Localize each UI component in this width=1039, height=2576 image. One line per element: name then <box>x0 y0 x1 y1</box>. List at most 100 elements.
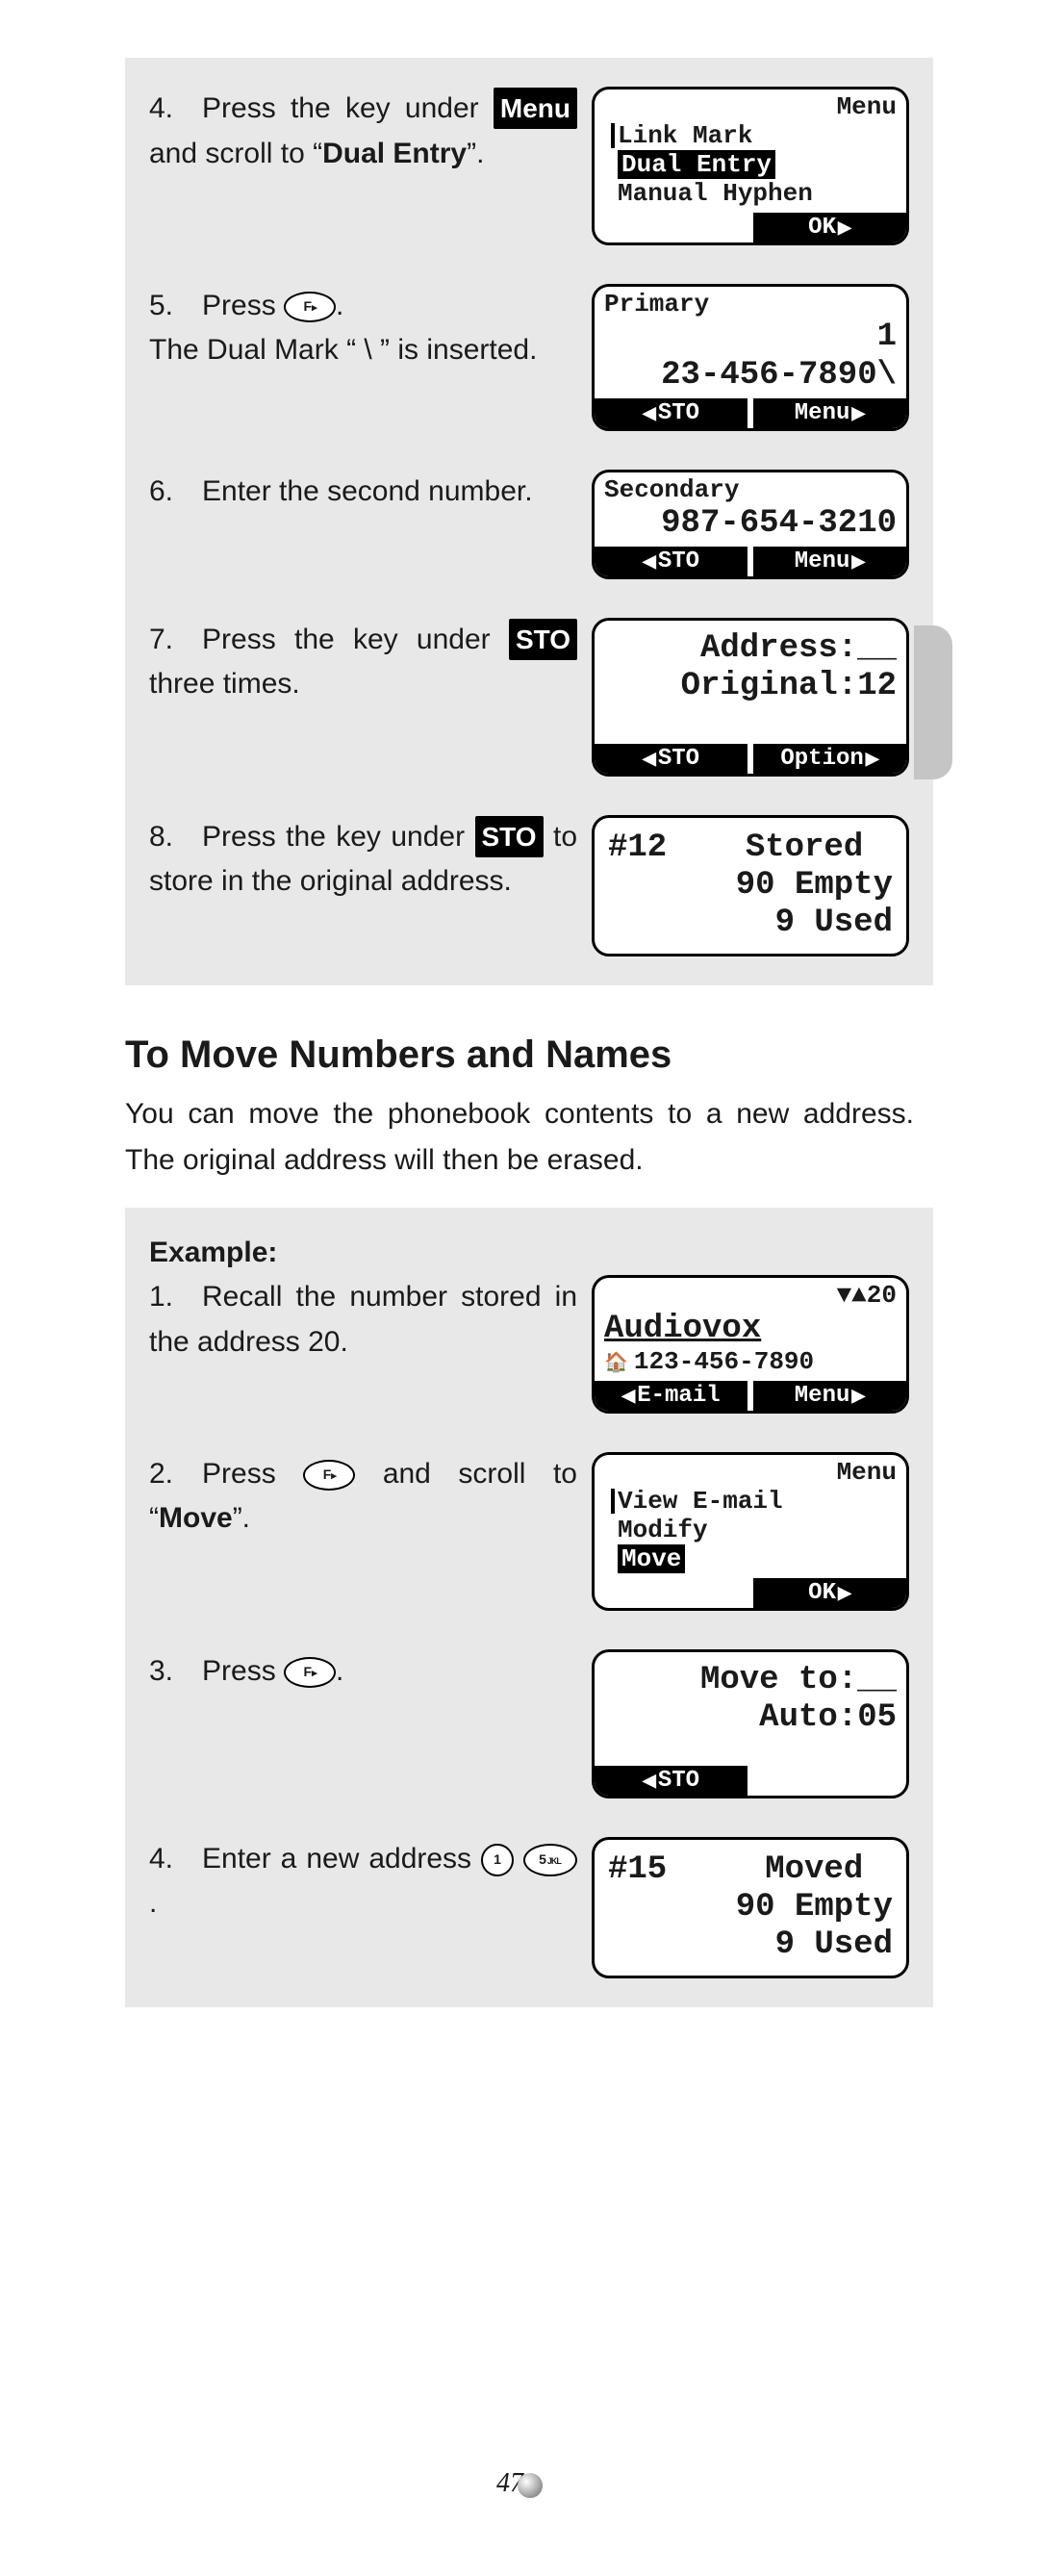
phone-screen-move-to: Move to:__ Auto:05 ◀STO <box>592 1649 909 1798</box>
softkey-blank <box>595 213 753 242</box>
key-5-icon: 5JKL <box>523 1844 577 1876</box>
cursor-icon <box>611 1489 615 1514</box>
triangle-left-icon: ◀ <box>643 405 656 424</box>
menu-item: Modify <box>618 1517 897 1545</box>
page-tab <box>914 625 952 779</box>
menu-item-selected: Move <box>618 1544 685 1573</box>
softkey-label: OK <box>808 1580 836 1606</box>
step-4b-text: 4. Enter a new address 1 5JKL. <box>149 1837 592 1926</box>
step-2-text: 2. Press F and scroll to “Move”. <box>149 1452 592 1542</box>
softkey-label: Option <box>780 746 863 772</box>
screen-title: Primary <box>604 291 897 319</box>
phone-screen-move-menu: Menu View E-mail Modify Move OK▶ <box>592 1452 909 1611</box>
phone-screen-primary: Primary 1 23-456-7890\ ◀STO Menu▶ <box>592 284 909 431</box>
step-5-text: 5. Press F. The Dual Mark “ \ ” is inser… <box>149 284 592 373</box>
home-icon: 🏠 <box>604 1353 628 1375</box>
step-1-row: 1. Recall the number stored in the addre… <box>149 1275 909 1414</box>
step-2-row: 2. Press F and scroll to “Move”. Menu Vi… <box>149 1452 909 1611</box>
softkey-label: OK <box>808 215 836 241</box>
softkey-label: STO <box>658 548 699 574</box>
instruction-block-2: Example: 1. Recall the number stored in … <box>125 1208 933 2007</box>
triangle-right-icon: ▶ <box>838 1585 851 1604</box>
triangle-right-icon: ▶ <box>851 405 865 424</box>
softkey-menu: Menu▶ <box>753 1381 906 1411</box>
triangle-left-icon: ◀ <box>643 553 656 573</box>
used-line: 9 Used <box>608 905 893 942</box>
text: The Dual Mark “ \ ” is inserted. <box>149 334 537 366</box>
menu-item: Link Mark <box>618 121 752 150</box>
softkey-label: STO <box>658 746 699 772</box>
text: and scroll to “ <box>149 138 322 169</box>
menu-item-selected: Dual Entry <box>618 150 775 179</box>
screen-header: Menu <box>604 93 897 122</box>
step-7-row: 7. Press the key under STO three times. … <box>149 618 909 777</box>
scroll-indicator: ▼▲20 <box>604 1282 897 1311</box>
contact-phone-row: 🏠 123-456-7890 <box>604 1348 897 1377</box>
text: 4. Enter a new address <box>149 1843 481 1875</box>
softkey-ok: OK▶ <box>753 213 906 242</box>
step-1-text: 1. Recall the number stored in the addre… <box>149 1275 592 1365</box>
step-5-row: 5. Press F. The Dual Mark “ \ ” is inser… <box>149 284 909 431</box>
step-4-text: 4. Press the key under Menu and scroll t… <box>149 87 592 176</box>
softkey-blank <box>753 1766 906 1796</box>
instruction-block-1: 4. Press the key under Menu and scroll t… <box>125 58 933 985</box>
intro-paragraph: You can move the phonebook contents to a… <box>125 1091 914 1184</box>
text: 4. Press the key under <box>149 92 494 124</box>
text: 8. Press the key under <box>149 821 475 853</box>
softkey-label: E-mail <box>637 1383 720 1409</box>
softkey-menu: Menu▶ <box>753 398 906 428</box>
softkey-sto: ◀STO <box>595 1766 753 1796</box>
menu-item: Manual Hyphen <box>618 180 897 209</box>
text: . <box>149 1887 157 1919</box>
text: ”. <box>233 1502 250 1534</box>
triangle-right-icon: ▶ <box>866 751 879 770</box>
triangle-left-icon: ◀ <box>643 1773 656 1792</box>
number-line: 987-654-3210 <box>604 505 897 543</box>
f-key-icon: F <box>284 292 336 322</box>
text: . <box>336 290 343 321</box>
empty-line: 90 Empty <box>608 867 893 905</box>
phone-screen-address: Address:__ Original:12 ◀STO Option▶ <box>592 618 909 777</box>
step-7-text: 7. Press the key under STO three times. <box>149 618 592 707</box>
triangle-right-icon: ▶ <box>838 219 851 239</box>
phone-screen-moved: #15 Moved 90 Empty 9 Used <box>592 1837 909 1978</box>
text-bold: Move <box>159 1502 233 1534</box>
contact-name: Audiovox <box>604 1311 897 1348</box>
step-3-row: 3. Press F. Move to:__ Auto:05 ◀STO <box>149 1649 909 1798</box>
auto-line: Auto:05 <box>604 1699 897 1737</box>
screen-header: Menu <box>604 1459 897 1488</box>
softkey-ok: OK▶ <box>753 1578 906 1608</box>
number-line: 23-456-7890\ <box>604 357 897 395</box>
cursor-icon <box>611 123 615 148</box>
text: 2. Press <box>149 1458 303 1490</box>
menu-softkey-label: Menu <box>494 88 577 129</box>
step-4b-row: 4. Enter a new address 1 5JKL. #15 Moved… <box>149 1837 909 1978</box>
address-line: Address:__ <box>604 630 897 668</box>
text: 5. Press <box>149 290 284 321</box>
softkey-sto: ◀STO <box>595 744 753 774</box>
number-line: 1 <box>604 319 897 356</box>
section-heading: To Move Numbers and Names <box>125 1033 914 1077</box>
text: . <box>336 1655 343 1687</box>
stored-line: #12 Stored <box>608 829 893 867</box>
step-8-row: 8. Press the key under STO to store in t… <box>149 815 909 956</box>
triangle-left-icon: ◀ <box>643 751 656 770</box>
original-line: Original:12 <box>604 668 897 705</box>
step-3-text: 3. Press F. <box>149 1649 592 1695</box>
softkey-email: ◀E-mail <box>595 1381 753 1411</box>
move-to-line: Move to:__ <box>604 1662 897 1699</box>
used-line: 9 Used <box>608 1926 893 1964</box>
triangle-right-icon: ▶ <box>851 1388 865 1407</box>
softkey-blank <box>595 1578 753 1608</box>
phone-screen-secondary: Secondary 987-654-3210 ◀STO Menu▶ <box>592 470 909 579</box>
softkey-label: Menu <box>795 548 850 574</box>
f-key-icon: F <box>284 1657 336 1688</box>
f-key-icon: F <box>303 1460 355 1491</box>
softkey-menu: Menu▶ <box>753 547 906 576</box>
softkey-sto: ◀STO <box>595 547 753 576</box>
page-orb-icon <box>518 2473 543 2498</box>
page-footer: 47 <box>0 2468 1039 2499</box>
triangle-left-icon: ◀ <box>621 1388 635 1407</box>
contact-phone: 123-456-7890 <box>634 1347 814 1376</box>
text: ”. <box>467 138 484 169</box>
